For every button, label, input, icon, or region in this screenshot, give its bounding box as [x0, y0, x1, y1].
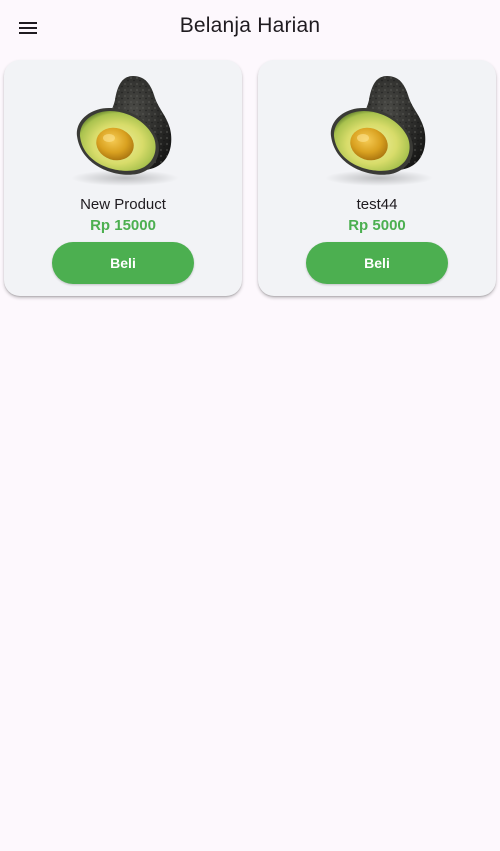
product-grid: New Product Rp 15000 Beli test44 Rp 5000…: [4, 60, 496, 296]
product-name: New Product: [80, 196, 166, 213]
product-price: Rp 15000: [90, 217, 156, 234]
product-card[interactable]: test44 Rp 5000 Beli: [258, 60, 496, 296]
buy-button[interactable]: Beli: [52, 242, 194, 284]
avocado-image: [71, 76, 179, 186]
product-card[interactable]: New Product Rp 15000 Beli: [4, 60, 242, 296]
product-name: test44: [356, 196, 398, 213]
page-title: Belanja Harian: [179, 14, 321, 37]
app-bar: Belanja Harian: [0, 0, 500, 56]
product-price: Rp 5000: [348, 217, 406, 234]
buy-button[interactable]: Beli: [306, 242, 448, 284]
avocado-image: [325, 76, 433, 186]
